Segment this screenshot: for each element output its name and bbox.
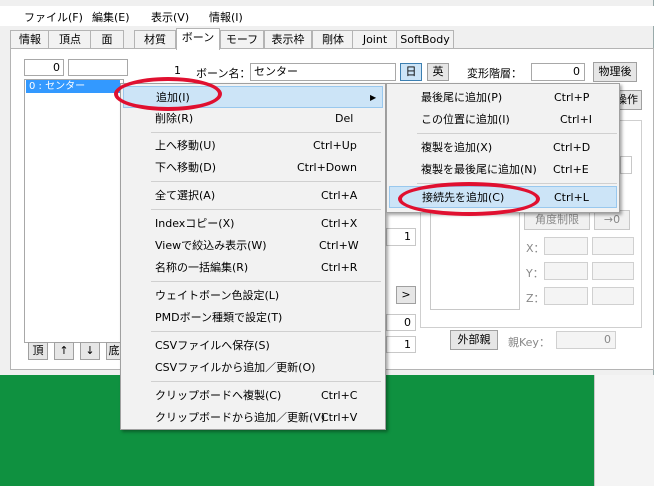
menu-view[interactable]: 表示(V)	[151, 9, 189, 25]
menu-bar: ファイル(F) 編集(E) 表示(V) 情報(I)	[0, 6, 654, 26]
coord-x-label: X：	[526, 242, 545, 255]
coord-y2-input[interactable]	[592, 262, 634, 280]
bone-name-input[interactable]: センター	[250, 63, 396, 81]
value-field-2[interactable]: 0	[386, 314, 416, 331]
tab-bone[interactable]: ボーン	[176, 28, 220, 50]
menu-separator	[151, 132, 381, 133]
coord-x2-input[interactable]	[592, 237, 634, 255]
after-physics-button[interactable]: 物理後	[593, 62, 637, 82]
tab-morph[interactable]: モーフ	[220, 30, 264, 49]
menu-item-delete[interactable]: 削除(R) Del	[121, 108, 385, 130]
submenu-item-add-here[interactable]: この位置に追加(I) Ctrl+I	[387, 109, 619, 131]
menu-separator	[417, 133, 617, 134]
menu-item-batch-rename[interactable]: 名称の一括編集(R) Ctrl+R	[121, 257, 385, 279]
tab-display-frame[interactable]: 表示枠	[264, 30, 312, 49]
tab-vertex[interactable]: 頂点	[48, 30, 92, 49]
arrow-right-button[interactable]: >	[396, 286, 416, 304]
move-top-button[interactable]: 頂	[28, 342, 48, 360]
menu-item-move-up[interactable]: 上へ移動(U) Ctrl+Up	[121, 135, 385, 157]
menu-separator	[151, 209, 381, 210]
tab-rigid-body[interactable]: 剛体	[312, 30, 354, 49]
menu-separator	[151, 281, 381, 282]
bone-list-item-selected[interactable]: 0 : センター	[26, 80, 120, 93]
menu-separator	[151, 381, 381, 382]
menu-item-clipboard-copy[interactable]: クリップボードへ複製(C) Ctrl+C	[121, 385, 385, 407]
tab-joint[interactable]: Joint	[352, 30, 398, 49]
side-field[interactable]	[620, 156, 632, 174]
submenu-item-add-last[interactable]: 最後尾に追加(P) Ctrl+P	[387, 87, 619, 109]
menu-item-clipboard-import[interactable]: クリップボードから追加／更新(V) Ctrl+V	[121, 407, 385, 429]
tab-material[interactable]: 材質	[134, 30, 176, 49]
tab-face[interactable]: 面	[90, 30, 124, 49]
external-parent-button[interactable]: 外部親	[450, 330, 498, 350]
angle-limit-button[interactable]: 角度制限	[524, 210, 590, 230]
coord-z-input[interactable]	[544, 287, 588, 305]
coord-y-input[interactable]	[544, 262, 588, 280]
move-up-button[interactable]: ↑	[54, 342, 74, 360]
bone-number-label: 1	[174, 64, 181, 77]
bone-name-label: ボーン名：	[196, 67, 251, 80]
coord-x-input[interactable]	[544, 237, 588, 255]
reset-zero-button[interactable]: →0	[594, 210, 630, 230]
parent-key-input[interactable]: 0	[556, 331, 616, 349]
tab-info[interactable]: 情報	[10, 30, 50, 49]
lang-jp-button[interactable]: 日	[400, 63, 422, 81]
background-window-edge	[594, 375, 654, 486]
coord-z2-input[interactable]	[592, 287, 634, 305]
annotation-ring-add-connection	[398, 182, 540, 216]
menu-item-view-filter[interactable]: Viewで絞込み表示(W) Ctrl+W	[121, 235, 385, 257]
coord-z-label: Z：	[526, 292, 545, 305]
bone-list[interactable]	[24, 79, 124, 343]
annotation-ring-add	[114, 77, 222, 111]
move-down-button[interactable]: ↓	[80, 342, 100, 360]
tab-strip: 情報 頂点 面 材質 ボーン モーフ 表示枠 剛体 Joint SoftBody	[10, 28, 654, 50]
bone-index-field[interactable]: 0	[24, 59, 64, 76]
deform-level-input[interactable]: 0	[531, 63, 585, 81]
deform-level-label: 変形階層：	[467, 67, 522, 80]
menu-separator	[151, 331, 381, 332]
menu-item-move-down[interactable]: 下へ移動(D) Ctrl+Down	[121, 157, 385, 179]
bone-index-extra-field[interactable]	[68, 59, 128, 76]
menu-separator	[151, 181, 381, 182]
context-menu: 追加(I) ▶ 削除(R) Del 上へ移動(U) Ctrl+Up 下へ移動(D) C…	[120, 83, 386, 430]
menu-item-csv-import[interactable]: CSVファイルから追加／更新(O)	[121, 357, 385, 379]
menu-item-csv-save[interactable]: CSVファイルへ保存(S)	[121, 335, 385, 357]
menu-item-index-copy[interactable]: Indexコピー(X) Ctrl+X	[121, 213, 385, 235]
tab-softbody[interactable]: SoftBody	[396, 30, 454, 49]
submenu-item-duplicate[interactable]: 複製を追加(X) Ctrl+D	[387, 137, 619, 159]
submenu-item-duplicate-last[interactable]: 複製を最後尾に追加(N) Ctrl+E	[387, 159, 619, 181]
coord-y-label: Y：	[526, 267, 544, 280]
menu-item-weight-bone-color[interactable]: ウェイトボーン色設定(L)	[121, 285, 385, 307]
submenu-arrow-icon: ▶	[370, 93, 377, 102]
submenu-item-add-connection-shortcut: Ctrl+L	[554, 191, 589, 204]
menu-info[interactable]: 情報(I)	[209, 9, 243, 25]
value-field-3[interactable]: 1	[386, 336, 416, 353]
menu-file[interactable]: ファイル(F)	[24, 9, 83, 25]
value-field-1[interactable]: 1	[386, 228, 416, 246]
parent-key-label: 親Key：	[508, 336, 550, 349]
lang-en-button[interactable]: 英	[427, 63, 449, 81]
menu-edit[interactable]: 編集(E)	[92, 9, 130, 25]
menu-item-select-all[interactable]: 全て選択(A) Ctrl+A	[121, 185, 385, 207]
menu-item-pmd-bone-type[interactable]: PMDボーン種類で設定(T)	[121, 307, 385, 329]
